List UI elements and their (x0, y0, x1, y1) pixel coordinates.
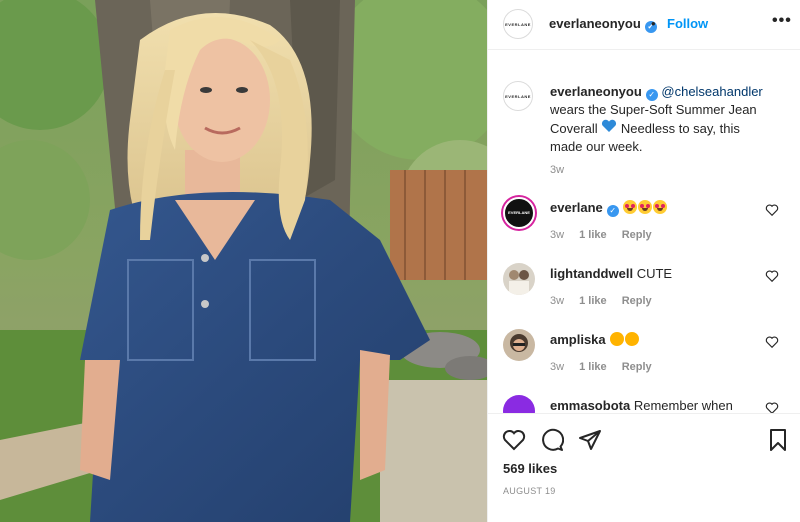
comment-body: ampliska (550, 332, 640, 347)
avatar-photo (510, 334, 528, 352)
clap-emoji-icon (625, 332, 640, 346)
comment-body: emmasobota Remember when (550, 398, 733, 413)
comment-time: 3w (550, 361, 565, 373)
comment-like-heart-icon[interactable] (765, 335, 779, 349)
save-bookmark-icon[interactable] (766, 428, 790, 452)
comment-like-heart-icon[interactable] (765, 401, 779, 413)
caption-mention[interactable]: @chelseahandler (661, 84, 762, 99)
caption-author-avatar[interactable]: EVERLANE (503, 81, 533, 111)
post-date: AUGUST 19 (503, 486, 556, 496)
avatar-logo-text: EVERLANE (505, 21, 531, 27)
comment-avatar[interactable] (503, 395, 535, 413)
comment-avatar[interactable] (503, 263, 535, 295)
verified-icon: ✓ (606, 205, 619, 217)
heart-eyes-emoji-icon (623, 200, 638, 214)
comment-bubble-icon[interactable] (540, 428, 564, 452)
comment-meta: 3w 1 like Reply (550, 229, 664, 241)
comment-time: 3w (550, 295, 565, 307)
comment-avatar[interactable]: EVERLANE (503, 197, 535, 229)
post-header: EVERLANE everlaneonyou ✓ • Follow ••• (488, 0, 800, 50)
comment-item: emmasobota Remember when (503, 395, 793, 413)
comment-username[interactable]: lightanddwell (550, 266, 633, 281)
comment-likes[interactable]: 1 like (579, 361, 607, 373)
comment-body: everlane ✓ (550, 200, 668, 217)
comment-item: EVERLANE everlane ✓ 3w 1 like Reply (503, 197, 793, 257)
post-photo-image (0, 0, 487, 522)
blue-heart-icon (602, 119, 617, 132)
comment-time: 3w (550, 229, 565, 241)
author-username-text: everlaneonyou (549, 16, 641, 31)
like-heart-icon[interactable] (502, 428, 526, 452)
comment-text: Remember when (633, 398, 733, 413)
post-actions: 569 likes AUGUST 19 (488, 413, 800, 522)
comment-username[interactable]: ampliska (550, 332, 606, 347)
comment-reply-button[interactable]: Reply (622, 295, 652, 307)
verified-icon: ✓ (645, 89, 658, 101)
comment-meta: 3w 1 like Reply (550, 295, 664, 307)
comment-item: ampliska 3w 1 like Reply (503, 329, 793, 389)
author-avatar[interactable]: EVERLANE (503, 9, 533, 39)
comment-reply-button[interactable]: Reply (622, 229, 652, 241)
comment-avatar[interactable] (503, 329, 535, 361)
separator-dot: • (651, 16, 656, 31)
comment-username[interactable]: everlane (550, 200, 603, 215)
post-photo[interactable] (0, 0, 487, 522)
author-username[interactable]: everlaneonyou ✓ (549, 16, 657, 33)
follow-button[interactable]: Follow (667, 16, 708, 31)
more-options-icon[interactable]: ••• (772, 12, 792, 30)
caption-avatar-logo-text: EVERLANE (505, 93, 531, 99)
comment-likes[interactable]: 1 like (579, 295, 607, 307)
comment-meta: 3w 1 like Reply (550, 361, 664, 373)
clap-emoji-icon (610, 332, 625, 346)
comment-like-heart-icon[interactable] (765, 203, 779, 217)
comment-reply-button[interactable]: Reply (622, 361, 652, 373)
heart-eyes-emoji-icon (638, 200, 653, 214)
caption-author[interactable]: everlaneonyou (550, 84, 642, 99)
comments-list[interactable]: EVERLANE everlaneonyou ✓ @chelseahandler … (488, 60, 800, 413)
comment-username[interactable]: emmasobota (550, 398, 630, 413)
likes-count[interactable]: 569 likes (503, 461, 557, 476)
caption-text: everlaneonyou ✓ @chelseahandler wears the… (550, 83, 775, 156)
heart-eyes-emoji-icon (653, 200, 668, 214)
comment-like-heart-icon[interactable] (765, 269, 779, 283)
comment-body: lightanddwell CUTE (550, 266, 672, 281)
share-paper-plane-icon[interactable] (578, 428, 602, 452)
comment-item: lightanddwell CUTE 3w 1 like Reply (503, 263, 793, 323)
post-details-panel: EVERLANE everlaneonyou ✓ • Follow ••• EVE… (487, 0, 800, 522)
comment-likes[interactable]: 1 like (579, 229, 607, 241)
comment-avatar-text: EVERLANE (508, 210, 530, 215)
avatar-photo (509, 270, 529, 295)
comment-text: CUTE (636, 266, 673, 281)
caption-timestamp: 3w (550, 164, 565, 176)
